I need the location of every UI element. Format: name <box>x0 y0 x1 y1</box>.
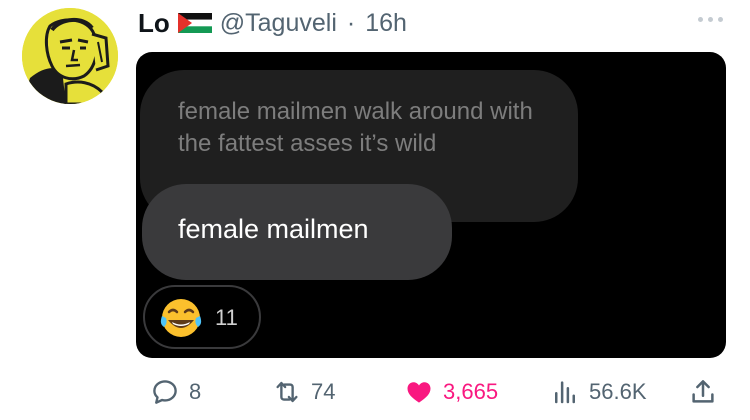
reaction-badge: 11 <box>143 285 261 349</box>
author-handle[interactable]: @Taguveli <box>220 9 337 38</box>
tears-of-joy-emoji-icon <box>160 299 202 337</box>
retweet-icon <box>276 381 298 403</box>
reply-count: 8 <box>189 379 202 404</box>
reply-message-text: female mailmen <box>178 214 369 244</box>
views-count: 56.6K <box>589 379 647 404</box>
quoted-message-text: female mailmen walk around with the fatt… <box>178 98 533 157</box>
more-icon[interactable] <box>698 12 728 26</box>
flag-icon <box>177 13 212 33</box>
reply-button[interactable]: 8 <box>150 372 201 412</box>
share-icon <box>692 380 714 403</box>
post-timestamp[interactable]: 16h <box>365 9 407 38</box>
retweet-count: 74 <box>311 379 336 404</box>
author-name[interactable]: Lo <box>138 8 170 39</box>
retweet-button[interactable]: 74 <box>272 372 335 412</box>
views-icon <box>555 381 575 404</box>
header-separator: · <box>346 8 356 37</box>
tweet-actions: 8 74 3,665 56.6K <box>0 372 750 412</box>
tweet-media[interactable]: female mailmen walk around with the fatt… <box>136 52 726 358</box>
reply-icon <box>153 380 177 404</box>
reply-message-bubble: female mailmen <box>142 184 452 280</box>
share-button[interactable] <box>688 372 718 412</box>
tweet-header: Lo @Taguveli · 16h <box>138 6 407 40</box>
like-count: 3,665 <box>443 379 499 404</box>
views-button[interactable]: 56.6K <box>550 372 647 412</box>
reaction-count: 11 <box>215 305 238 330</box>
like-icon <box>407 382 431 403</box>
author-avatar[interactable] <box>22 8 118 104</box>
like-button[interactable]: 3,665 <box>404 372 498 412</box>
